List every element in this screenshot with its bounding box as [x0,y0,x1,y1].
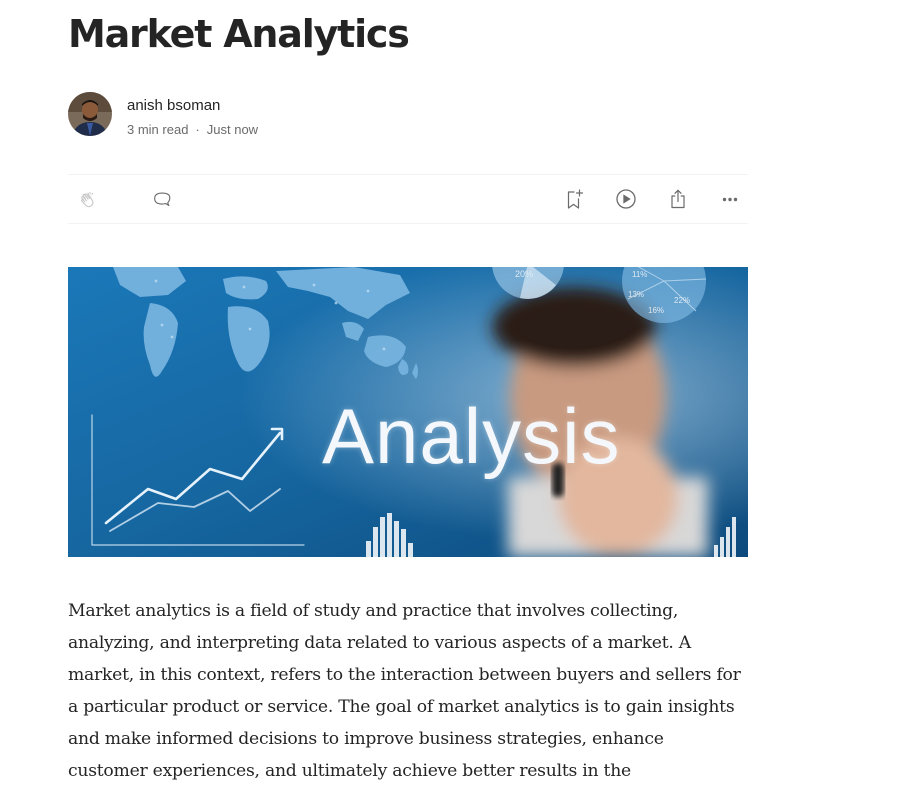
share-button[interactable] [666,187,690,211]
article-meta: 3 min read · Just now [127,121,258,139]
read-time: 3 min read [127,122,189,137]
bookmark-add-icon [562,187,586,211]
listen-button[interactable] [614,187,638,211]
pie-label-11: 11% [632,270,647,279]
publish-time: Just now [206,122,259,137]
hero-image: 20% 11% 13% 22% 16% Analysis [68,267,748,557]
pie-label-20: 20% [515,269,533,279]
article-paragraph: Market analytics is a field of study and… [68,601,741,781]
play-icon [614,187,638,211]
pie-label-13: 13% [628,290,644,299]
hero-analysis-text: Analysis [322,392,621,480]
author-byline: anish bsoman 3 min read · Just now [68,92,258,139]
more-icon [718,187,742,211]
comment-icon [151,188,173,210]
clap-button[interactable] [76,187,100,211]
more-button[interactable] [718,187,742,211]
author-name-link[interactable]: anish bsoman [127,96,258,116]
share-icon [666,187,690,211]
pie-label-22: 22% [674,296,690,305]
clap-icon [77,188,99,210]
save-button[interactable] [562,187,586,211]
article-action-bar [68,174,748,224]
author-avatar[interactable] [68,92,112,136]
meta-separator: · [195,122,200,137]
respond-button[interactable] [150,187,174,211]
article-title: Market Analytics [68,12,410,56]
pie-label-16: 16% [648,306,664,315]
